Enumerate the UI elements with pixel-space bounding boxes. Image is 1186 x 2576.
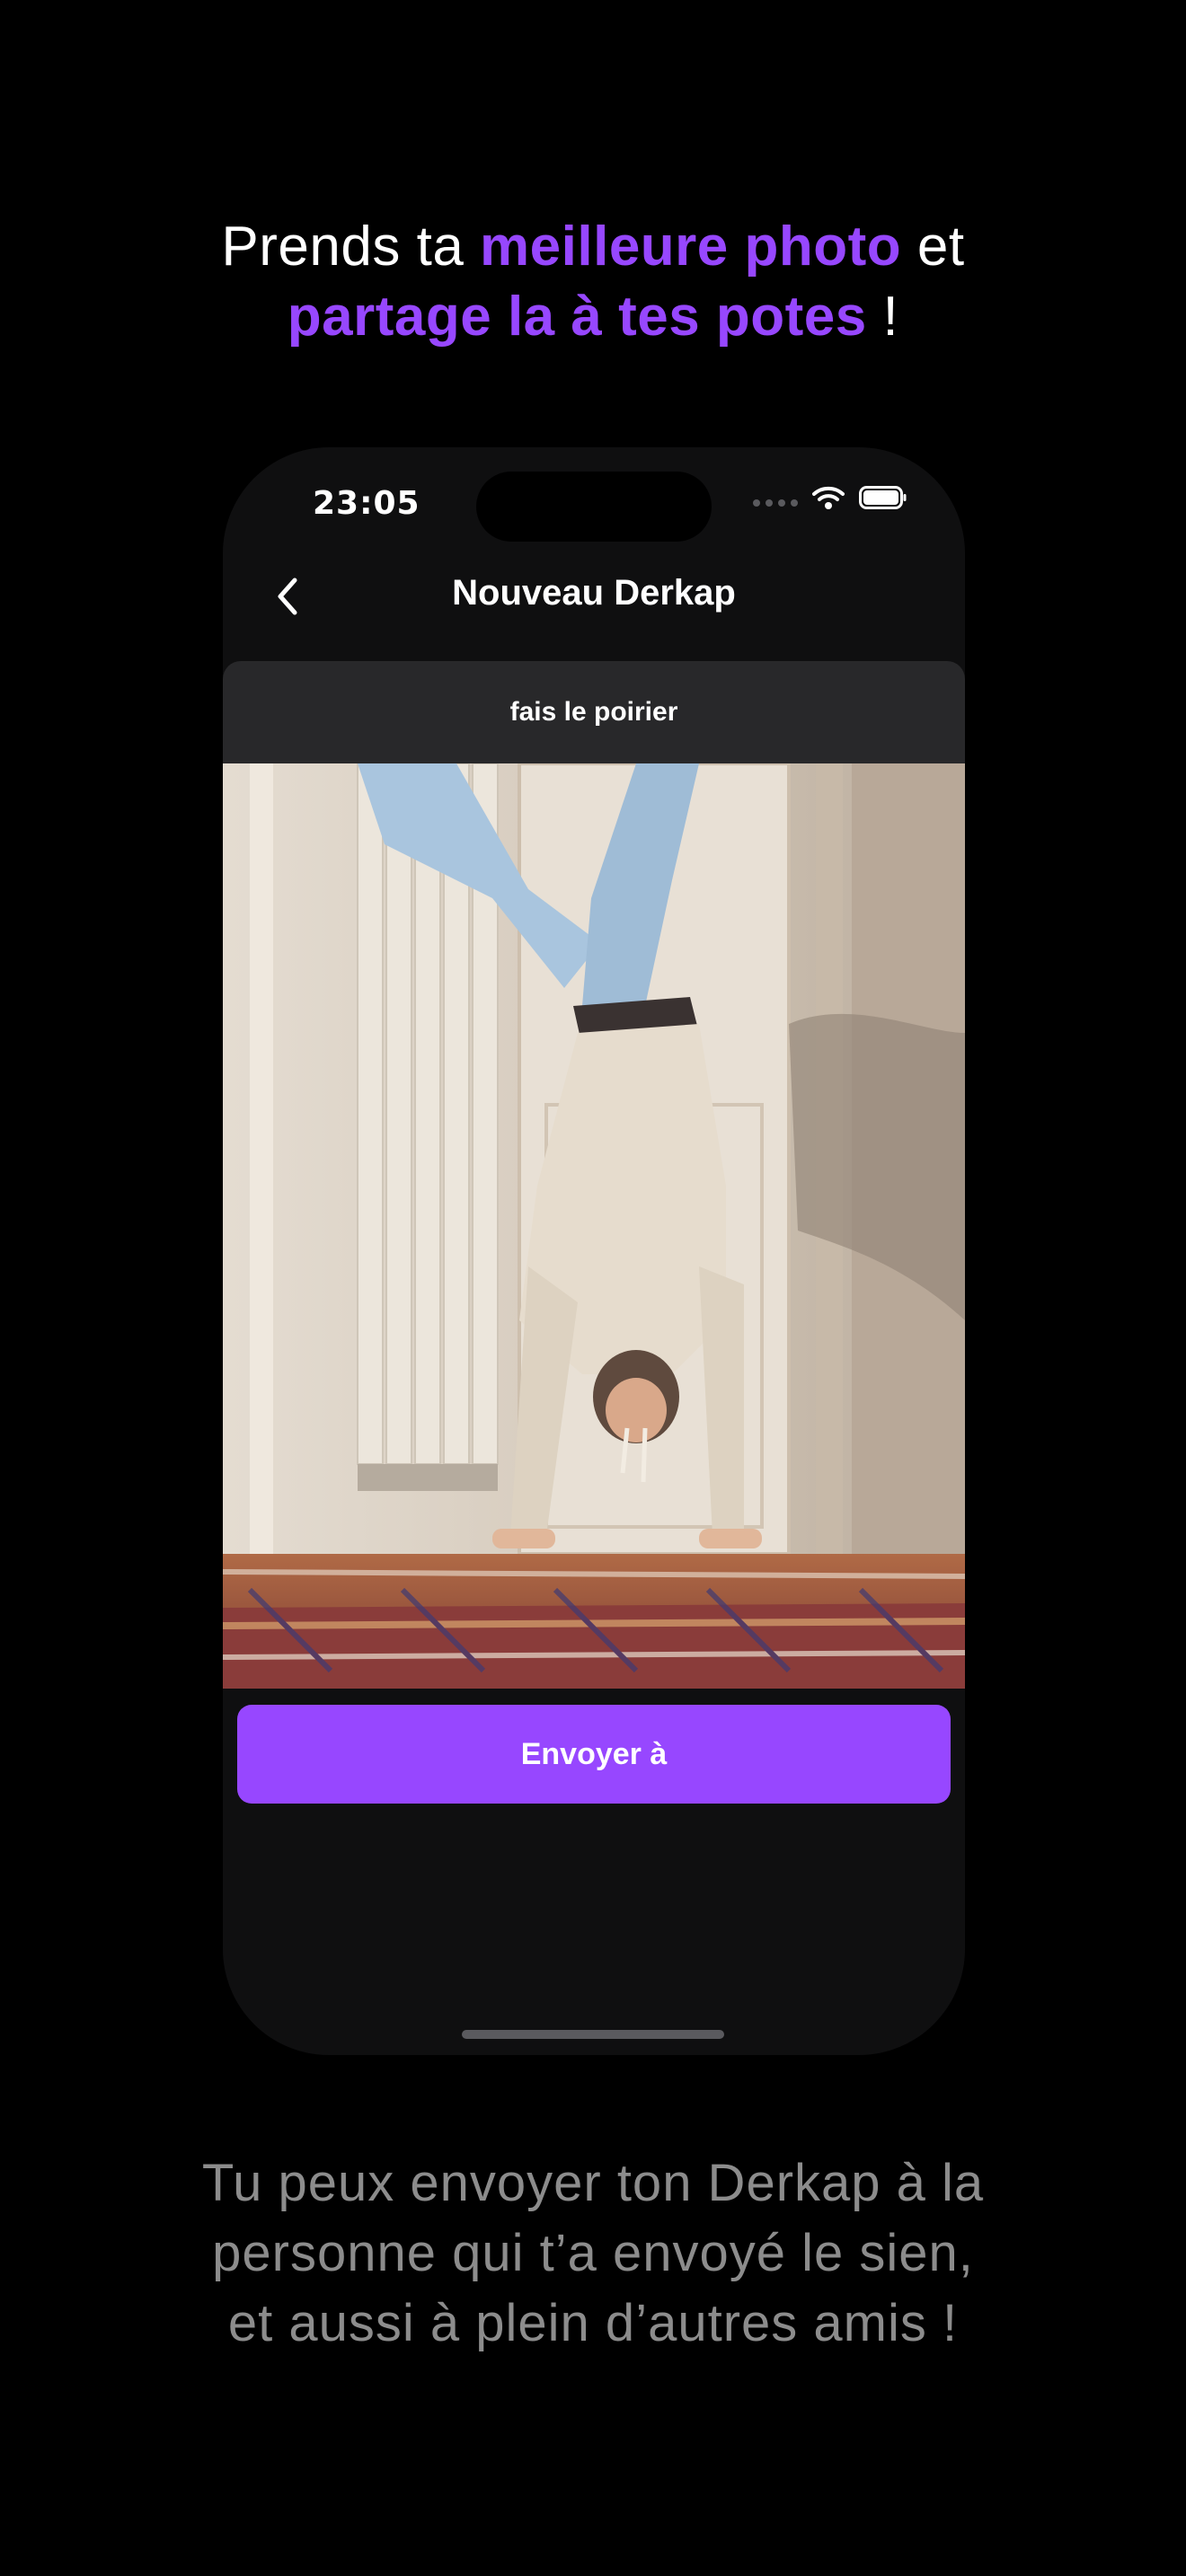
page-title: Nouveau Derkap [452,573,736,613]
status-time: 23:05 [313,485,420,522]
challenge-photo [223,763,965,1689]
dynamic-island [476,472,712,542]
marketing-caption: Tu peux envoyer ton Derkap à la personne… [0,2148,1186,2359]
caption-line: Tu peux envoyer ton Derkap à la [201,2154,985,2212]
home-indicator[interactable] [462,2030,724,2039]
photo-handstand [223,763,965,1689]
phone-mockup: 23:05 Nouveau Derkap fais le poirier Env… [223,447,965,2055]
battery-icon [859,486,907,509]
headline-text: Prends ta [221,216,481,278]
challenge-title: fais le poirier [223,661,965,763]
caption-line: personne qui t’a envoyé le sien, [212,2224,974,2282]
headline-line-2: partage la à tes potes ! [0,282,1186,352]
headline-text: et [901,216,965,278]
headline-accent: partage la à tes potes [287,286,867,348]
wifi-icon [812,486,845,509]
headline-line-1: Prends ta meilleure photo et [0,212,1186,282]
signal-dots-icon [753,489,798,507]
headline-accent: meilleure photo [480,216,902,278]
marketing-headline: Prends ta meilleure photo et partage la … [0,212,1186,352]
status-icons [753,485,907,510]
send-to-button[interactable]: Envoyer à [237,1705,951,1804]
caption-line: et aussi à plein d’autres amis ! [227,2294,959,2352]
headline-text: ! [866,286,899,348]
